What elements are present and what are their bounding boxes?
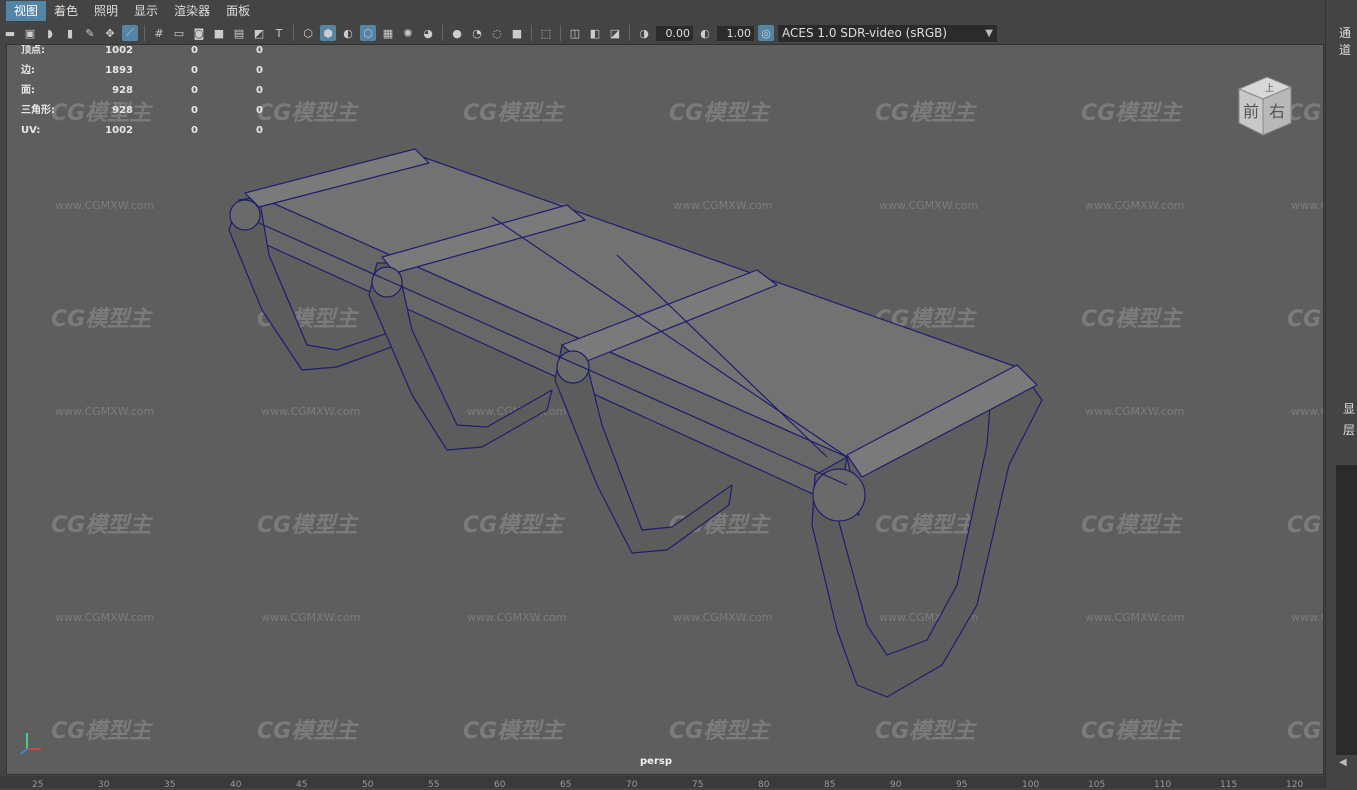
axis-gizmo-icon bbox=[20, 733, 41, 755]
safe-title-icon[interactable]: T bbox=[271, 25, 287, 41]
timeline-tick: 25 bbox=[32, 780, 44, 790]
timeline-tick: 120 bbox=[1286, 780, 1304, 790]
layer-label[interactable]: 层 bbox=[1343, 421, 1355, 438]
wireframe-icon[interactable]: ⬡ bbox=[300, 25, 316, 41]
camera-attributes-icon[interactable]: ▣ bbox=[22, 25, 38, 41]
isolate-select-icon[interactable]: ⬚ bbox=[538, 25, 554, 41]
motion-blur-icon[interactable]: ◔ bbox=[469, 25, 485, 41]
wireframe-on-shaded-icon[interactable]: ⬡ bbox=[360, 25, 376, 41]
color-space-dropdown[interactable]: ACES 1.0 SDR-video (sRGB) ▼ bbox=[778, 24, 997, 42]
layer-list-scroll[interactable] bbox=[1336, 465, 1357, 755]
timeline-tick: 70 bbox=[626, 780, 638, 790]
timeline-tick: 40 bbox=[230, 780, 242, 790]
timeline-tick: 100 bbox=[1022, 780, 1040, 790]
timeline-tick: 105 bbox=[1088, 780, 1106, 790]
menu-shading[interactable]: 着色 bbox=[46, 1, 86, 21]
default-material-icon[interactable]: ◐ bbox=[340, 25, 356, 41]
shadows-icon[interactable]: ◕ bbox=[420, 25, 436, 41]
timeline-tick: 45 bbox=[296, 780, 308, 790]
camera-select-icon[interactable]: ▬ bbox=[2, 25, 18, 41]
timeline-tick: 55 bbox=[428, 780, 440, 790]
chevron-down-icon: ▼ bbox=[985, 27, 993, 39]
scroll-left-icon[interactable]: ◀ bbox=[1339, 757, 1347, 768]
view-cube-front-label: 前 bbox=[1243, 102, 1259, 121]
two-d-pan-icon[interactable]: ✥ bbox=[102, 25, 118, 41]
use-all-lights-icon[interactable]: ✺ bbox=[400, 25, 416, 41]
menu-view[interactable]: 视图 bbox=[6, 1, 47, 21]
hud-row-edges: 边: 1893 0 0 bbox=[21, 65, 263, 76]
menu-panels[interactable]: 面板 bbox=[218, 1, 258, 21]
textured-icon[interactable]: ▦ bbox=[380, 25, 396, 41]
hud-row-faces: 面: 928 0 0 bbox=[21, 85, 263, 96]
exposure-icon[interactable]: ◑ bbox=[636, 25, 652, 41]
viewport-menubar: 视图 着色 照明 显示 渲染器 面板 bbox=[0, 0, 1325, 22]
timeline-tick: 35 bbox=[164, 780, 176, 790]
gamma-field[interactable]: 1.00 bbox=[717, 25, 754, 41]
timeline-tick: 65 bbox=[560, 780, 572, 790]
poly-count-hud: 顶点: 1002 0 0 边: 1893 0 0 面: 928 0 0 三角形:… bbox=[21, 45, 263, 145]
pen-icon[interactable]: ⟋ bbox=[122, 25, 138, 41]
timeline[interactable]: 25 30 35 40 45 50 55 60 65 70 75 80 85 90 95 100 105 110 1… bbox=[0, 776, 1325, 790]
timeline-tick: 90 bbox=[890, 780, 902, 790]
menu-show[interactable]: 显示 bbox=[126, 1, 166, 21]
grid-icon[interactable]: # bbox=[151, 25, 167, 41]
image-plane-icon[interactable]: ▮ bbox=[62, 25, 78, 41]
channel-box-title[interactable]: 通道 bbox=[1339, 24, 1357, 58]
xray-active-icon[interactable]: ◧ bbox=[587, 25, 603, 41]
film-gate-icon[interactable]: ▭ bbox=[171, 25, 187, 41]
timeline-tick: 30 bbox=[98, 780, 110, 790]
channel-box-panel: 通道 显 层 ◀ bbox=[1325, 0, 1357, 788]
gate-mask-icon[interactable]: ■ bbox=[211, 25, 227, 41]
field-chart-icon[interactable]: ▤ bbox=[231, 25, 247, 41]
safe-action-icon[interactable]: ◩ bbox=[251, 25, 267, 41]
menu-lighting[interactable]: 照明 bbox=[86, 1, 126, 21]
exposure-field[interactable]: 0.00 bbox=[656, 25, 693, 41]
hud-row-uvs: UV: 1002 0 0 bbox=[21, 125, 263, 136]
grease-pencil-icon[interactable]: ✎ bbox=[82, 25, 98, 41]
gamma-icon[interactable]: ◐ bbox=[697, 25, 713, 41]
smooth-shade-icon[interactable]: ⬢ bbox=[320, 25, 336, 41]
timeline-tick: 95 bbox=[956, 780, 968, 790]
display-label[interactable]: 显 bbox=[1343, 400, 1355, 417]
view-cube-right-label: 右 bbox=[1269, 102, 1285, 121]
timeline-tick: 110 bbox=[1154, 780, 1172, 790]
xray-joints-icon[interactable]: ◪ bbox=[607, 25, 623, 41]
bench-model[interactable] bbox=[7, 45, 1323, 774]
3d-viewport[interactable]: CG模型主www.CGMXW.comCG模型主www.CGMXW.comCG模型… bbox=[6, 44, 1324, 775]
viewport-toolbar: ▬ ▣ ◗ ▮ ✎ ✥ ⟋ # ▭ ◙ ■ ▤ ◩ T ⬡ ⬢ ◐ ⬡ ▦ ✺ … bbox=[0, 22, 1325, 44]
bookmark-icon[interactable]: ◗ bbox=[42, 25, 58, 41]
timeline-tick: 80 bbox=[758, 780, 770, 790]
timeline-tick: 75 bbox=[692, 780, 704, 790]
color-space-label: ACES 1.0 SDR-video (sRGB) bbox=[782, 25, 948, 40]
timeline-tick: 115 bbox=[1220, 780, 1238, 790]
timeline-tick: 85 bbox=[824, 780, 836, 790]
view-cube[interactable]: 上 前 右 bbox=[1229, 71, 1299, 141]
timeline-tick: 50 bbox=[362, 780, 374, 790]
hud-row-triangles: 三角形: 928 0 0 bbox=[21, 105, 263, 116]
xray-icon[interactable]: ◫ bbox=[567, 25, 583, 41]
resolution-gate-icon[interactable]: ◙ bbox=[191, 25, 207, 41]
hud-row-vertices: 顶点: 1002 0 0 bbox=[21, 45, 263, 56]
view-cube-top-label: 上 bbox=[1265, 83, 1274, 94]
menu-renderer[interactable]: 渲染器 bbox=[166, 1, 218, 21]
color-management-icon[interactable]: ◎ bbox=[758, 25, 774, 41]
anti-aliasing-icon[interactable]: ◌ bbox=[489, 25, 505, 41]
depth-of-field-icon[interactable]: ■ bbox=[509, 25, 525, 41]
timeline-tick: 60 bbox=[494, 780, 506, 790]
camera-label: persp bbox=[640, 756, 672, 767]
screen-space-ao-icon[interactable]: ● bbox=[449, 25, 465, 41]
